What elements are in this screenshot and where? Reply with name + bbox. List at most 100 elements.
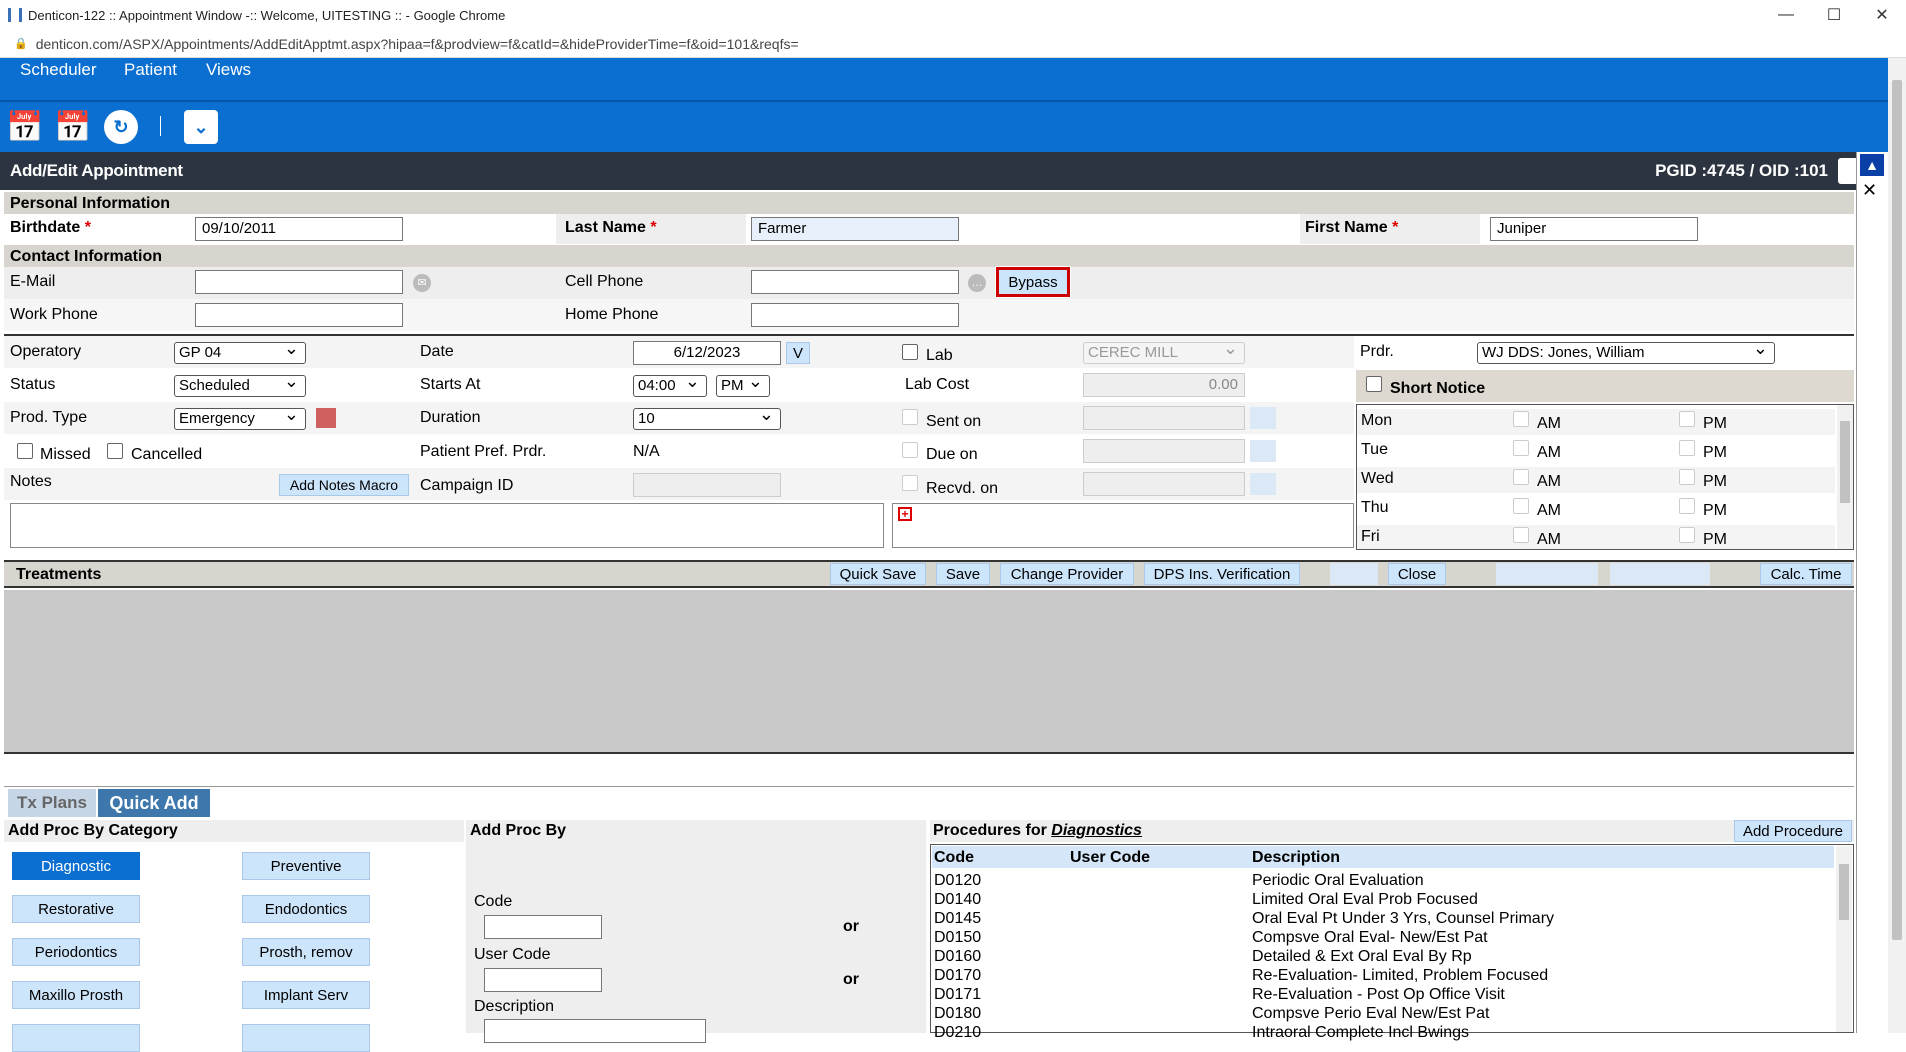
lab-notes-box[interactable]: +: [892, 503, 1354, 548]
day-am-checkbox[interactable]: [1513, 440, 1529, 456]
calendar-week-icon[interactable]: 📅: [54, 110, 91, 144]
procedure-row[interactable]: D0150 Compsve Oral Eval- New/Est Pat: [934, 929, 1834, 948]
status-label: Status: [10, 376, 56, 393]
procedure-row[interactable]: D0140 Limited Oral Eval Prob Focused: [934, 891, 1834, 910]
calendar-day-icon[interactable]: 📅: [6, 110, 43, 144]
maximize-icon[interactable]: ☐: [1810, 0, 1858, 30]
lab-cost-input[interactable]: 0.00: [1083, 373, 1245, 397]
category-endodontics[interactable]: Endodontics: [242, 895, 370, 923]
menu-scheduler[interactable]: Scheduler: [20, 60, 97, 80]
category-more-2[interactable]: [242, 1024, 370, 1052]
procedure-row[interactable]: D0145 Oral Eval Pt Under 3 Yrs, Counsel P…: [934, 910, 1834, 929]
code-input[interactable]: [484, 915, 602, 939]
page-title: Add/Edit Appointment: [10, 161, 183, 180]
birthdate-input[interactable]: 09/10/2011: [195, 217, 403, 241]
lastname-input[interactable]: Farmer: [751, 217, 959, 241]
day-am-checkbox[interactable]: [1513, 469, 1529, 485]
day-pm-checkbox[interactable]: [1679, 469, 1695, 485]
close-window-icon[interactable]: ✕: [1858, 0, 1906, 30]
change-provider-button[interactable]: Change Provider: [1000, 563, 1134, 585]
firstname-input[interactable]: Juniper: [1490, 217, 1698, 241]
email-input[interactable]: [195, 270, 403, 294]
notes-textarea[interactable]: [10, 503, 884, 548]
tab-tx-plans[interactable]: Tx Plans: [8, 789, 96, 817]
contact-info-header: Contact Information: [4, 245, 1854, 267]
day-pm-checkbox[interactable]: [1679, 498, 1695, 514]
duration-select[interactable]: 10: [633, 404, 781, 430]
description-input[interactable]: [484, 1019, 706, 1043]
date-picker-button[interactable]: V: [786, 342, 810, 364]
day-pm-checkbox[interactable]: [1679, 411, 1695, 427]
category-implant-serv[interactable]: Implant Serv: [242, 981, 370, 1009]
category-periodontics[interactable]: Periodontics: [12, 938, 140, 966]
procedure-row[interactable]: D0120 Periodic Oral Evaluation: [934, 872, 1834, 891]
campaign-id-input[interactable]: [633, 473, 781, 497]
lab-select[interactable]: CEREC MILL: [1083, 338, 1245, 364]
operatory-select[interactable]: GP 04: [174, 338, 306, 364]
date-input[interactable]: 6/12/2023: [633, 341, 781, 365]
category-prosth-remov[interactable]: Prosth, remov: [242, 938, 370, 966]
due-on-input[interactable]: [1083, 439, 1245, 463]
address-bar[interactable]: 🔒 denticon.com/ASPX/Appointments/AddEdit…: [0, 30, 1906, 58]
recvd-on-input[interactable]: [1083, 472, 1245, 496]
close-button[interactable]: Close: [1388, 563, 1446, 585]
calc-time-button[interactable]: Calc. Time: [1760, 563, 1852, 585]
refresh-icon[interactable]: ↻: [104, 110, 138, 144]
category-more-1[interactable]: [12, 1024, 140, 1052]
home-phone-input[interactable]: [751, 303, 959, 327]
due-on-date-button[interactable]: [1250, 440, 1276, 462]
close-icon[interactable]: ✕: [1862, 180, 1877, 201]
menu-patient[interactable]: Patient: [124, 60, 177, 80]
bypass-button[interactable]: Bypass: [995, 266, 1071, 298]
minimize-icon[interactable]: —: [1762, 0, 1810, 30]
tab-quick-add[interactable]: Quick Add: [98, 789, 210, 817]
procedure-cell: Oral Eval Pt Under 3 Yrs, Counsel Primar…: [1252, 910, 1555, 927]
sms-icon[interactable]: …: [968, 274, 986, 292]
day-pm-checkbox[interactable]: [1679, 440, 1695, 456]
recvd-on-checkbox[interactable]: [902, 475, 918, 491]
quick-save-button[interactable]: Quick Save: [830, 563, 926, 585]
procedure-row[interactable]: D0210 Intraoral Complete Incl Bwings: [934, 1024, 1834, 1043]
category-maxillo-prosth[interactable]: Maxillo Prosth: [12, 981, 140, 1009]
due-on-checkbox[interactable]: [902, 442, 918, 458]
page-scrollbar[interactable]: [1888, 58, 1906, 1033]
missed-checkbox[interactable]: [17, 443, 33, 459]
day-am-checkbox[interactable]: [1513, 498, 1529, 514]
procedure-row[interactable]: D0160 Detailed & Ext Oral Eval By Rp: [934, 948, 1834, 967]
category-preventive[interactable]: Preventive: [242, 852, 370, 880]
procedure-row[interactable]: D0171 Re-Evaluation - Post Op Office Visi…: [934, 986, 1834, 1005]
collapse-down-icon[interactable]: ⌄: [184, 110, 218, 144]
days-scrollbar[interactable]: [1837, 405, 1853, 549]
lab-checkbox[interactable]: [902, 344, 918, 360]
provider-select[interactable]: WJ DDS: Jones, William: [1477, 338, 1775, 364]
day-am-checkbox[interactable]: [1513, 527, 1529, 543]
dps-ins-verification-button[interactable]: DPS Ins. Verification: [1144, 563, 1300, 585]
day-pm-checkbox[interactable]: [1679, 527, 1695, 543]
day-am-checkbox[interactable]: [1513, 411, 1529, 427]
sent-on-input[interactable]: [1083, 406, 1245, 430]
prod-type-select[interactable]: Emergency: [174, 404, 306, 430]
scroll-top-icon[interactable]: ▲: [1858, 152, 1886, 178]
procedures-scrollbar[interactable]: [1836, 846, 1852, 1032]
add-procedure-button[interactable]: Add Procedure: [1734, 820, 1852, 842]
email-icon[interactable]: ✉: [413, 274, 431, 292]
category-diagnostic[interactable]: Diagnostic: [12, 852, 140, 880]
user-code-input[interactable]: [484, 968, 602, 992]
url-text[interactable]: denticon.com/ASPX/Appointments/AddEditAp…: [36, 36, 799, 52]
menu-views[interactable]: Views: [206, 60, 251, 80]
save-button[interactable]: Save: [936, 563, 990, 585]
procedure-row[interactable]: D0170 Re-Evaluation- Limited, Problem Foc…: [934, 967, 1834, 986]
status-select[interactable]: Scheduled: [174, 371, 306, 397]
category-restorative[interactable]: Restorative: [12, 895, 140, 923]
start-time-select[interactable]: 04:00: [633, 371, 707, 397]
cancelled-checkbox[interactable]: [107, 443, 123, 459]
sent-on-checkbox[interactable]: [902, 409, 918, 425]
sent-on-date-button[interactable]: [1250, 407, 1276, 429]
start-ampm-select[interactable]: PM: [716, 371, 770, 397]
add-notes-macro-button[interactable]: Add Notes Macro: [279, 474, 409, 496]
short-notice-checkbox[interactable]: [1366, 376, 1382, 392]
recvd-on-date-button[interactable]: [1250, 473, 1276, 495]
cell-phone-input[interactable]: [751, 270, 959, 294]
procedure-row[interactable]: D0180 Compsve Perio Eval New/Est Pat: [934, 1005, 1834, 1024]
work-phone-input[interactable]: [195, 303, 403, 327]
